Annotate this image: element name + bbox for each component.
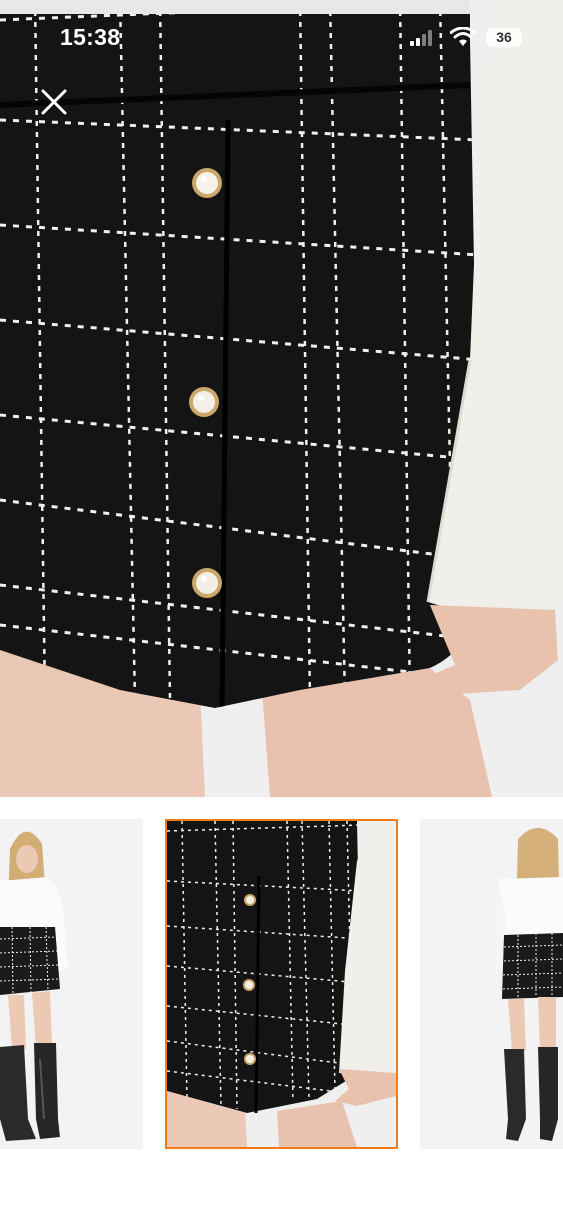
cellular-signal-icon [410,30,434,51]
thumbnail-strip [0,819,563,1149]
status-time: 15:38 [60,24,121,50]
close-button[interactable] [36,84,72,120]
wifi-icon [449,26,477,52]
thumbnail-front-view[interactable] [0,819,143,1149]
status-bar: 15:38 36 [0,0,563,76]
main-product-image[interactable] [0,0,563,797]
thumbnail-back-view[interactable] [420,819,563,1149]
thumbnail-closeup-view[interactable] [165,819,398,1149]
product-image-viewer: 15:38 36 [0,0,563,1219]
battery-indicator: 36 [486,28,522,47]
close-icon [41,89,67,115]
